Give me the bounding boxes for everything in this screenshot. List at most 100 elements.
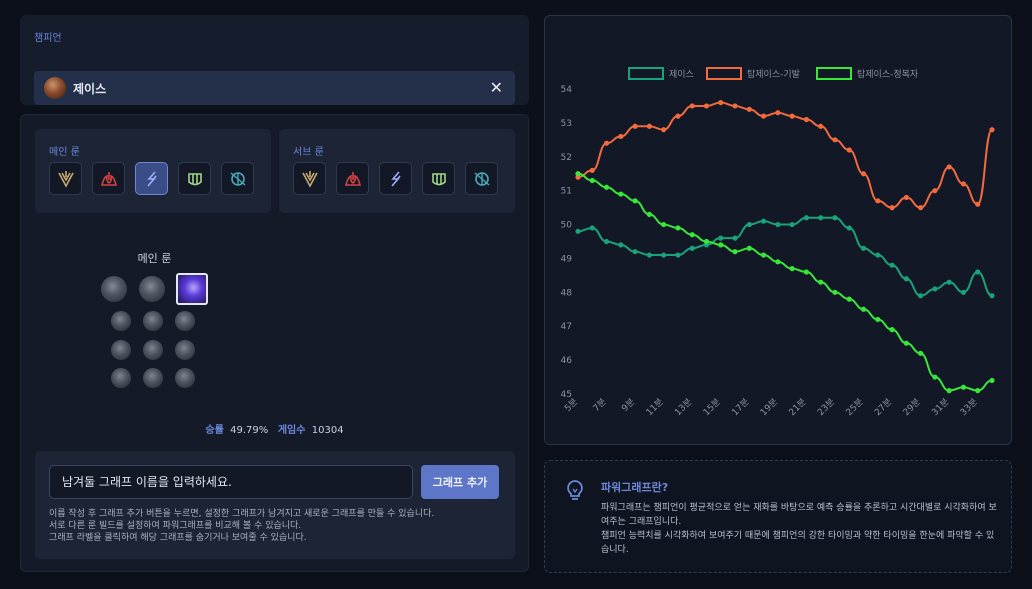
data-point bbox=[632, 249, 638, 255]
sub-rune-domination-button[interactable] bbox=[336, 162, 369, 195]
data-point bbox=[589, 167, 595, 173]
data-point bbox=[760, 113, 767, 119]
data-point bbox=[832, 215, 838, 221]
sub-rune-sorcery-button[interactable] bbox=[379, 162, 412, 195]
minor-rune[interactable] bbox=[143, 340, 163, 360]
data-point bbox=[875, 198, 881, 204]
data-point bbox=[860, 245, 867, 251]
app-root: 챔피언 제이스 ✕ 메인 룬 서브 룬 메인 룬 승률 49.79% 게임수 1… bbox=[0, 0, 1032, 589]
legend-label: 탑제이스-정복자 bbox=[857, 68, 919, 80]
graph-name-input[interactable] bbox=[49, 465, 413, 499]
sub-rune-label: 서브 룬 bbox=[293, 147, 324, 158]
champion-panel: 챔피언 제이스 ✕ bbox=[20, 15, 529, 105]
main-rune-inspiration-button[interactable] bbox=[221, 162, 254, 195]
graph-save-card: 그래프 추가 이름 작성 후 그래프 추가 버튼을 누르면, 설정한 그래프가 … bbox=[35, 451, 515, 559]
sub-rune-inspiration-button[interactable] bbox=[465, 162, 498, 195]
data-point bbox=[618, 133, 624, 140]
keystone-rune-selected[interactable] bbox=[176, 273, 208, 305]
legend-label: 탑제이스-기발 bbox=[747, 68, 800, 80]
games-label: 게임수 bbox=[277, 425, 306, 436]
data-point bbox=[789, 221, 795, 228]
data-point bbox=[718, 99, 724, 106]
winrate-label: 승률 bbox=[205, 425, 224, 436]
info-body: 파워그래프는 챔피언이 평균적으로 얻는 재화를 바탕으로 예측 승률을 추론하… bbox=[601, 501, 1001, 557]
x-tick-label: 17분 bbox=[730, 396, 752, 418]
data-point bbox=[589, 225, 595, 231]
data-point bbox=[846, 296, 852, 302]
data-point bbox=[618, 242, 624, 248]
data-point bbox=[675, 113, 681, 119]
data-point bbox=[932, 188, 938, 194]
main-rune-precision-button[interactable] bbox=[49, 162, 82, 195]
data-point bbox=[746, 221, 752, 228]
data-point bbox=[632, 123, 638, 129]
keystone-rune[interactable] bbox=[101, 276, 127, 302]
champion-label: 챔피언 bbox=[34, 33, 62, 44]
minor-rune[interactable] bbox=[175, 340, 195, 360]
data-point bbox=[889, 327, 895, 333]
games-value: 10304 bbox=[311, 425, 344, 436]
data-point bbox=[661, 221, 667, 228]
data-point bbox=[918, 293, 924, 299]
minor-rune[interactable] bbox=[143, 368, 163, 388]
x-tick-label: 33분 bbox=[958, 396, 980, 418]
resolve-icon bbox=[429, 169, 449, 189]
minor-rune[interactable] bbox=[143, 311, 163, 331]
data-point bbox=[932, 374, 938, 380]
data-point bbox=[789, 113, 795, 119]
data-point bbox=[889, 205, 895, 211]
main-rune-resolve-button[interactable] bbox=[178, 162, 211, 195]
data-point bbox=[746, 106, 752, 112]
legend-item[interactable]: 제이스 bbox=[628, 67, 694, 80]
power-graph-panel: 45 46 47 48 49 50 51 52 53 54 5분 7분 9분 11분 13분 15분 17분 19… bbox=[544, 15, 1012, 445]
main-rune-domination-button[interactable] bbox=[92, 162, 125, 195]
keystone-rune[interactable] bbox=[139, 276, 165, 302]
series-line bbox=[577, 216, 993, 297]
sorcery-icon bbox=[386, 169, 406, 189]
main-rune-sorcery-button[interactable] bbox=[135, 162, 168, 195]
close-icon[interactable]: ✕ bbox=[490, 78, 503, 97]
x-tick-label: 21분 bbox=[787, 396, 809, 418]
minor-rune[interactable] bbox=[175, 311, 195, 331]
legend-label: 제이스 bbox=[669, 69, 694, 80]
data-point bbox=[646, 211, 652, 217]
data-point bbox=[646, 123, 652, 129]
minor-rune[interactable] bbox=[175, 368, 195, 388]
data-point bbox=[989, 127, 995, 133]
info-line-1: 파워그래프는 챔피언이 평균적으로 얻는 재화를 바탕으로 예측 승률을 추론하… bbox=[601, 503, 997, 527]
add-graph-button[interactable]: 그래프 추가 bbox=[421, 465, 499, 499]
main-rune-card: 메인 룬 bbox=[35, 129, 271, 213]
sub-rune-precision-button[interactable] bbox=[293, 162, 326, 195]
data-point bbox=[832, 289, 838, 295]
data-point bbox=[789, 266, 795, 272]
data-point bbox=[760, 218, 767, 224]
data-point bbox=[603, 184, 610, 190]
data-point bbox=[732, 235, 738, 241]
sub-rune-resolve-button[interactable] bbox=[422, 162, 455, 195]
data-point bbox=[575, 228, 581, 234]
data-point bbox=[575, 171, 581, 177]
winrate-value: 49.79% bbox=[230, 425, 269, 436]
data-point bbox=[589, 177, 595, 184]
data-point bbox=[718, 242, 724, 248]
main-rune-label: 메인 룬 bbox=[49, 147, 80, 158]
data-point bbox=[803, 215, 810, 221]
data-point bbox=[689, 232, 695, 238]
data-point bbox=[846, 147, 852, 153]
minor-rune[interactable] bbox=[111, 340, 131, 360]
x-tick-label: 31분 bbox=[930, 396, 952, 418]
champion-select[interactable]: 제이스 ✕ bbox=[34, 71, 515, 105]
minor-rune[interactable] bbox=[111, 311, 131, 331]
info-title: 파워그래프란? bbox=[601, 481, 669, 494]
data-point bbox=[875, 316, 881, 323]
minor-rune[interactable] bbox=[111, 368, 131, 388]
legend-item[interactable]: 탑제이스-정복자 bbox=[816, 67, 919, 80]
data-point bbox=[718, 235, 724, 241]
y-tick-label: 54 bbox=[561, 85, 573, 95]
data-point bbox=[946, 388, 952, 394]
data-point bbox=[675, 252, 681, 258]
x-tick-label: 13분 bbox=[673, 396, 695, 418]
legend-swatch bbox=[816, 67, 852, 80]
legend-item[interactable]: 탑제이스-기발 bbox=[706, 67, 800, 80]
rune-panel: 메인 룬 서브 룬 메인 룬 승률 49.79% 게임수 10304 남겨둘 그… bbox=[20, 114, 529, 572]
